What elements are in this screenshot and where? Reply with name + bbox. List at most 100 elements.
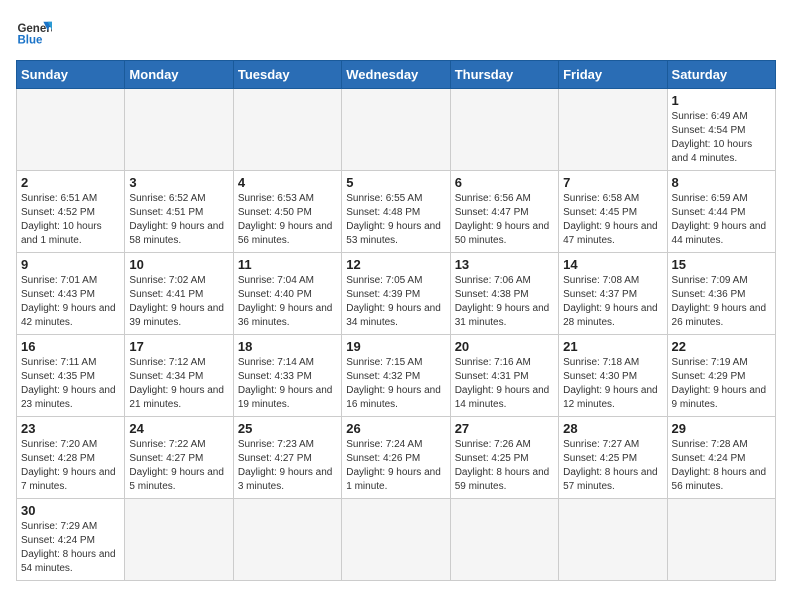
weekday-header-monday: Monday [125,61,233,89]
calendar-cell: 12Sunrise: 7:05 AM Sunset: 4:39 PM Dayli… [342,253,450,335]
day-number: 9 [21,257,120,272]
day-number: 13 [455,257,554,272]
day-number: 1 [672,93,771,108]
day-number: 14 [563,257,662,272]
calendar-cell: 4Sunrise: 6:53 AM Sunset: 4:50 PM Daylig… [233,171,341,253]
calendar-cell [17,89,125,171]
calendar-cell [559,89,667,171]
page-header: General Blue [16,16,776,52]
day-number: 19 [346,339,445,354]
calendar-week-row: 9 Sunrise: 7:01 AM Sunset: 4:43 PM Daylig… [17,253,776,335]
day-info: Sunrise: 7:28 AM Sunset: 4:24 PM Dayligh… [672,438,771,494]
calendar-cell [342,499,450,581]
day-info: Sunrise: 7:11 AM Sunset: 4:35 PM Dayligh… [21,356,120,412]
day-info: Sunrise: 7:23 AM Sunset: 4:27 PM Dayligh… [238,438,337,494]
day-number: 17 [129,339,228,354]
calendar-cell [450,89,558,171]
calendar-cell: 30Sunrise: 7:29 AM Sunset: 4:24 PM Dayli… [17,499,125,581]
calendar-cell: 28 Sunrise: 7:27 AM Sunset: 4:25 PM Dayli… [559,417,667,499]
calendar-cell: 19 Sunrise: 7:15 AM Sunset: 4:32 PM Dayli… [342,335,450,417]
day-number: 21 [563,339,662,354]
calendar-cell: 16 Sunrise: 7:11 AM Sunset: 4:35 PM Dayli… [17,335,125,417]
calendar-week-row: 1 Sunrise: 6:49 AM Sunset: 4:54 PM Daylig… [17,89,776,171]
calendar-cell: 24 Sunrise: 7:22 AM Sunset: 4:27 PM Dayli… [125,417,233,499]
calendar-cell: 9 Sunrise: 7:01 AM Sunset: 4:43 PM Daylig… [17,253,125,335]
calendar-cell [125,89,233,171]
calendar-cell: 11Sunrise: 7:04 AM Sunset: 4:40 PM Dayli… [233,253,341,335]
calendar-cell: 17 Sunrise: 7:12 AM Sunset: 4:34 PM Dayli… [125,335,233,417]
calendar-week-row: 30Sunrise: 7:29 AM Sunset: 4:24 PM Dayli… [17,499,776,581]
day-info: Sunrise: 6:58 AM Sunset: 4:45 PM Dayligh… [563,192,662,248]
day-number: 24 [129,421,228,436]
calendar-cell: 22 Sunrise: 7:19 AM Sunset: 4:29 PM Dayli… [667,335,775,417]
calendar-cell: 7 Sunrise: 6:58 AM Sunset: 4:45 PM Daylig… [559,171,667,253]
calendar-cell: 10Sunrise: 7:02 AM Sunset: 4:41 PM Dayli… [125,253,233,335]
weekday-header-tuesday: Tuesday [233,61,341,89]
svg-text:Blue: Blue [17,34,43,46]
day-info: Sunrise: 7:24 AM Sunset: 4:26 PM Dayligh… [346,438,445,494]
weekday-header-row: SundayMondayTuesdayWednesdayThursdayFrid… [17,61,776,89]
calendar-cell: 18 Sunrise: 7:14 AM Sunset: 4:33 PM Dayli… [233,335,341,417]
calendar-cell: 14 Sunrise: 7:08 AM Sunset: 4:37 PM Dayli… [559,253,667,335]
day-info: Sunrise: 7:09 AM Sunset: 4:36 PM Dayligh… [672,274,771,330]
day-number: 22 [672,339,771,354]
day-info: Sunrise: 7:04 AM Sunset: 4:40 PM Dayligh… [238,274,337,330]
calendar-cell [233,89,341,171]
day-info: Sunrise: 6:51 AM Sunset: 4:52 PM Dayligh… [21,192,120,248]
day-info: Sunrise: 7:15 AM Sunset: 4:32 PM Dayligh… [346,356,445,412]
day-info: Sunrise: 7:01 AM Sunset: 4:43 PM Dayligh… [21,274,120,330]
calendar-cell: 20 Sunrise: 7:16 AM Sunset: 4:31 PM Dayli… [450,335,558,417]
day-number: 7 [563,175,662,190]
day-info: Sunrise: 7:22 AM Sunset: 4:27 PM Dayligh… [129,438,228,494]
day-number: 25 [238,421,337,436]
day-info: Sunrise: 7:05 AM Sunset: 4:39 PM Dayligh… [346,274,445,330]
day-info: Sunrise: 7:26 AM Sunset: 4:25 PM Dayligh… [455,438,554,494]
calendar-cell: 15Sunrise: 7:09 AM Sunset: 4:36 PM Dayli… [667,253,775,335]
calendar-cell [667,499,775,581]
day-info: Sunrise: 7:27 AM Sunset: 4:25 PM Dayligh… [563,438,662,494]
day-info: Sunrise: 6:49 AM Sunset: 4:54 PM Dayligh… [672,110,771,166]
day-number: 26 [346,421,445,436]
calendar-cell [342,89,450,171]
day-info: Sunrise: 6:52 AM Sunset: 4:51 PM Dayligh… [129,192,228,248]
calendar-cell: 5Sunrise: 6:55 AM Sunset: 4:48 PM Daylig… [342,171,450,253]
day-info: Sunrise: 7:20 AM Sunset: 4:28 PM Dayligh… [21,438,120,494]
calendar-cell: 2Sunrise: 6:51 AM Sunset: 4:52 PM Daylig… [17,171,125,253]
calendar-cell [125,499,233,581]
calendar-week-row: 23 Sunrise: 7:20 AM Sunset: 4:28 PM Dayli… [17,417,776,499]
day-number: 3 [129,175,228,190]
weekday-header-thursday: Thursday [450,61,558,89]
day-number: 8 [672,175,771,190]
day-info: Sunrise: 7:06 AM Sunset: 4:38 PM Dayligh… [455,274,554,330]
day-info: Sunrise: 7:08 AM Sunset: 4:37 PM Dayligh… [563,274,662,330]
calendar-cell: 3 Sunrise: 6:52 AM Sunset: 4:51 PM Daylig… [125,171,233,253]
day-number: 23 [21,421,120,436]
day-number: 18 [238,339,337,354]
weekday-header-wednesday: Wednesday [342,61,450,89]
weekday-header-sunday: Sunday [17,61,125,89]
day-info: Sunrise: 7:02 AM Sunset: 4:41 PM Dayligh… [129,274,228,330]
calendar-cell: 21Sunrise: 7:18 AM Sunset: 4:30 PM Dayli… [559,335,667,417]
day-number: 20 [455,339,554,354]
calendar-table: SundayMondayTuesdayWednesdayThursdayFrid… [16,60,776,581]
day-info: Sunrise: 7:12 AM Sunset: 4:34 PM Dayligh… [129,356,228,412]
calendar-cell: 25 Sunrise: 7:23 AM Sunset: 4:27 PM Dayli… [233,417,341,499]
logo-icon: General Blue [16,16,52,52]
day-info: Sunrise: 6:53 AM Sunset: 4:50 PM Dayligh… [238,192,337,248]
day-info: Sunrise: 7:14 AM Sunset: 4:33 PM Dayligh… [238,356,337,412]
calendar-cell: 13 Sunrise: 7:06 AM Sunset: 4:38 PM Dayli… [450,253,558,335]
day-number: 16 [21,339,120,354]
day-info: Sunrise: 6:55 AM Sunset: 4:48 PM Dayligh… [346,192,445,248]
day-number: 6 [455,175,554,190]
weekday-header-saturday: Saturday [667,61,775,89]
calendar-cell: 8 Sunrise: 6:59 AM Sunset: 4:44 PM Daylig… [667,171,775,253]
day-info: Sunrise: 7:16 AM Sunset: 4:31 PM Dayligh… [455,356,554,412]
day-info: Sunrise: 7:29 AM Sunset: 4:24 PM Dayligh… [21,520,120,576]
day-number: 28 [563,421,662,436]
calendar-cell [450,499,558,581]
calendar-cell [559,499,667,581]
day-info: Sunrise: 6:56 AM Sunset: 4:47 PM Dayligh… [455,192,554,248]
day-info: Sunrise: 6:59 AM Sunset: 4:44 PM Dayligh… [672,192,771,248]
day-info: Sunrise: 7:19 AM Sunset: 4:29 PM Dayligh… [672,356,771,412]
calendar-cell: 6 Sunrise: 6:56 AM Sunset: 4:47 PM Daylig… [450,171,558,253]
